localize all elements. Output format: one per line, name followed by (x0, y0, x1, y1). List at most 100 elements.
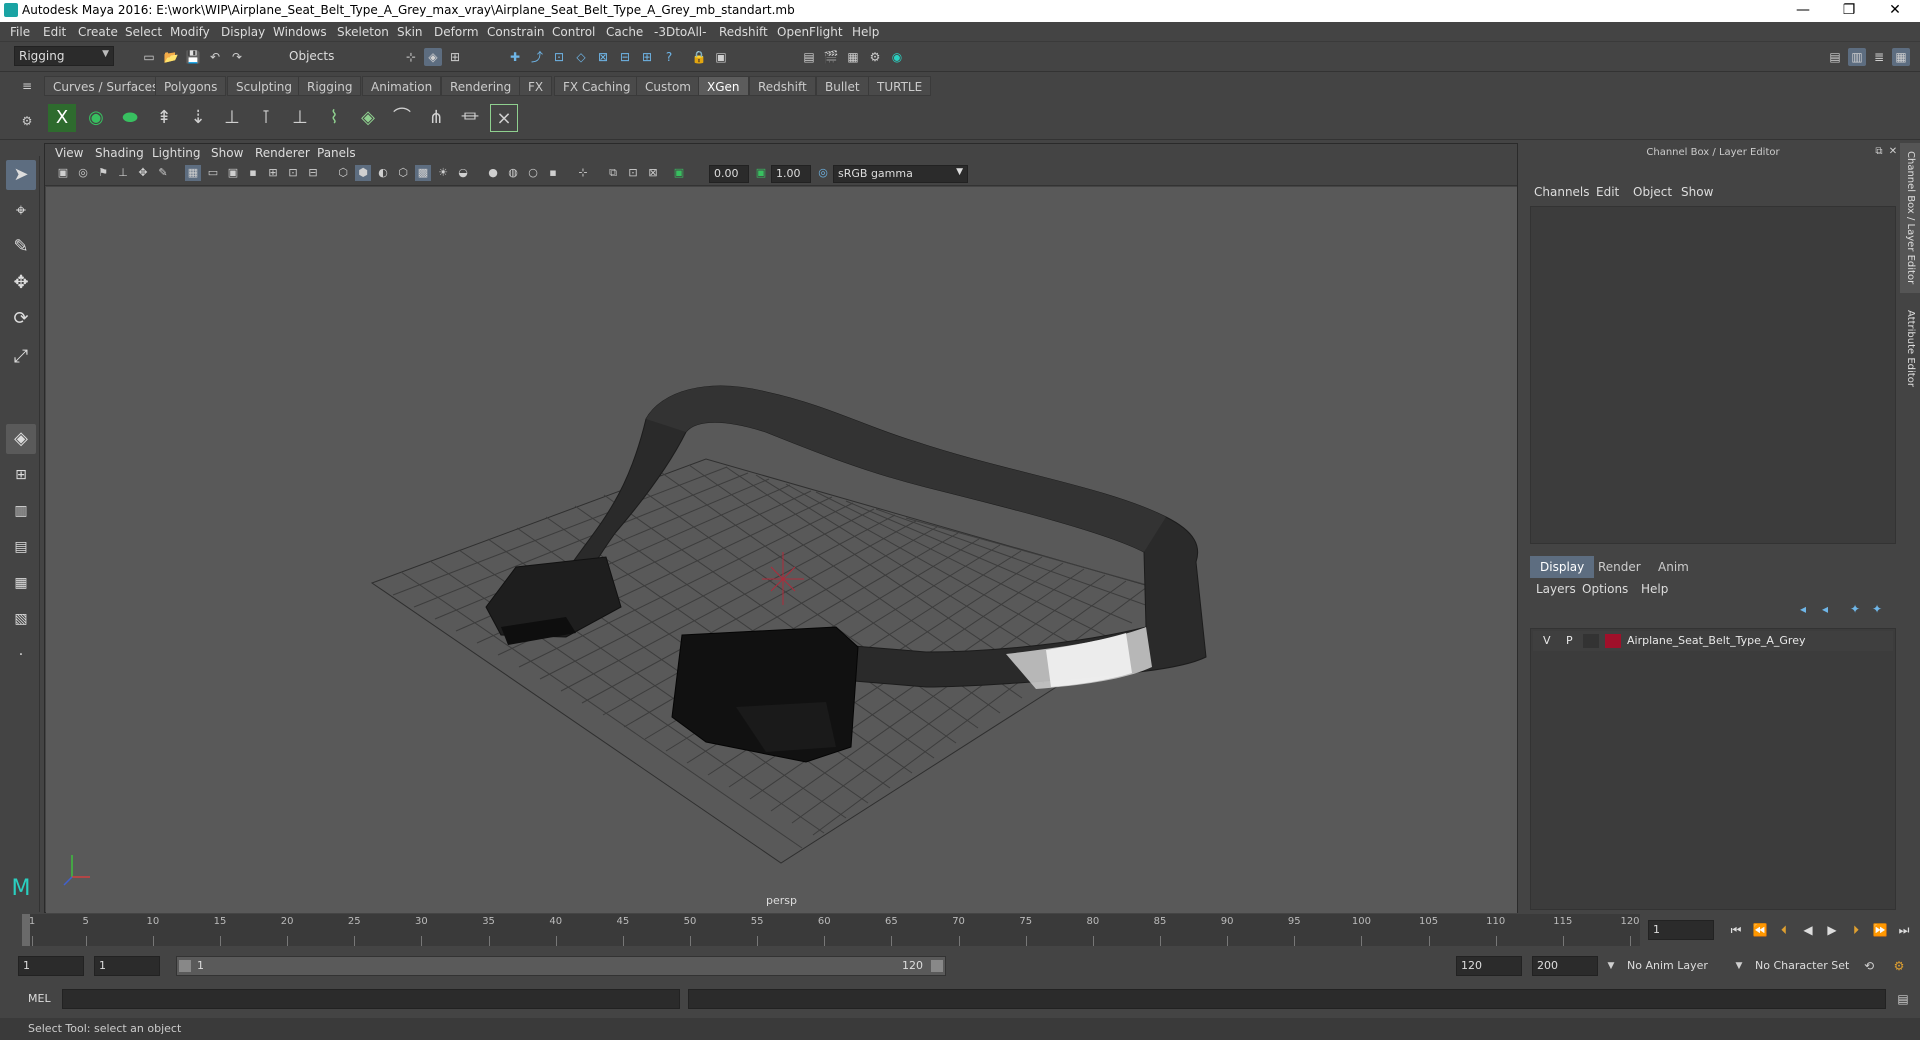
auto-key-icon[interactable]: ⟲ (1860, 957, 1878, 975)
layer-type-toggle[interactable] (1583, 634, 1599, 648)
menu-skin[interactable]: Skin (397, 25, 423, 39)
shelf-tab-turtle[interactable]: TURTLE (868, 76, 932, 96)
new-scene-icon[interactable]: ▭ (140, 48, 158, 66)
two-d-pan-zoom-icon[interactable]: ✥ (135, 165, 151, 181)
view-transform-dropdown[interactable]: sRGB gamma ▼ (833, 165, 968, 183)
script-editor-icon[interactable]: ▤ (1894, 990, 1912, 1008)
snap-point-icon[interactable]: ⊡ (550, 48, 568, 66)
minimize-button[interactable]: — (1780, 0, 1826, 22)
layer-name[interactable]: Airplane_Seat_Belt_Type_A_Grey (1627, 634, 1805, 647)
shadows-icon[interactable]: ◒ (455, 165, 471, 181)
step-back-frame-icon[interactable]: ⏪ (1750, 920, 1770, 940)
layer-playback-toggle[interactable]: P (1566, 634, 1573, 647)
move-tool-icon[interactable]: ✥ (6, 268, 36, 298)
select-by-object-icon[interactable]: ◈ (424, 48, 442, 66)
shelf-tab-xgen[interactable]: XGen (698, 76, 749, 96)
camera-select-icon[interactable]: ▣ (55, 165, 71, 181)
safe-action-icon[interactable]: ⊡ (285, 165, 301, 181)
rotate-tool-icon[interactable]: ⟳ (6, 304, 36, 334)
panel-menu-panels[interactable]: Panels (317, 146, 356, 160)
ipr-render-icon[interactable]: ▦ (844, 48, 862, 66)
side-tab-attribute-editor[interactable]: Attribute Editor (1900, 298, 1920, 398)
paint-select-tool-icon[interactable]: ✎ (6, 232, 36, 262)
xgen-stack-icon[interactable]: ⏛ (456, 104, 484, 132)
depth-of-field-icon[interactable]: ▪ (545, 165, 561, 181)
close-window-button[interactable]: ✕ (1872, 0, 1918, 22)
xgen-interactive-icon[interactable]: ⨯ (490, 104, 518, 132)
menu-constrain[interactable]: Constrain (487, 25, 545, 39)
layer-color-swatch[interactable] (1605, 634, 1621, 648)
xgen-grass-icon[interactable]: ⋔ (422, 104, 450, 132)
undo-icon[interactable]: ↶ (206, 48, 224, 66)
open-scene-icon[interactable]: 📂 (162, 48, 180, 66)
workspace-icon[interactable]: ▤ (1826, 48, 1844, 66)
symmetry-icon[interactable]: ? (660, 48, 678, 66)
menu-select[interactable]: Select (125, 25, 162, 39)
move-layer-down-icon[interactable]: ◂ (1816, 600, 1834, 618)
wireframe-on-shaded-icon[interactable]: ⬡ (395, 165, 411, 181)
xray-components-icon[interactable]: ⊠ (645, 165, 661, 181)
shelf-tab-bullet[interactable]: Bullet (816, 76, 869, 96)
snap-view-plane-icon[interactable]: ◇ (572, 48, 590, 66)
toggle-channel-box-icon[interactable]: ▥ (1848, 48, 1866, 66)
range-slider[interactable]: 1 120 (176, 956, 946, 976)
step-forward-key-icon[interactable]: ⏵ (1846, 920, 1866, 940)
panel-menu-shading[interactable]: Shading (95, 146, 144, 160)
grid-icon[interactable]: ▦ (185, 165, 201, 181)
cbox-object-menu[interactable]: Object (1633, 185, 1672, 199)
snap-curve-icon[interactable]: ⤴ (528, 48, 546, 66)
bookmark-icon[interactable]: ⚑ (95, 165, 111, 181)
smooth-shade-icon[interactable]: ⬢ (355, 165, 371, 181)
script-language-label[interactable]: MEL (28, 992, 51, 1005)
menu-cache[interactable]: Cache (606, 25, 643, 39)
snap-grid-icon[interactable]: ✚ (506, 48, 524, 66)
play-backwards-icon[interactable]: ◀ (1798, 920, 1818, 940)
character-set-dropdown[interactable]: No Character Set (1750, 956, 1860, 976)
select-tool-icon[interactable]: ➤ (6, 160, 36, 190)
layer-tab-display[interactable]: Display (1530, 556, 1595, 578)
toggle-attribute-editor-icon[interactable]: ▦ (1892, 48, 1910, 66)
redo-icon[interactable]: ↷ (228, 48, 246, 66)
selection-mask-icon[interactable]: ▣ (712, 48, 730, 66)
shelf-tab-sculpting[interactable]: Sculpting (227, 76, 302, 96)
shelf-tab-animation[interactable]: Animation (362, 76, 442, 96)
lock-icon[interactable]: 🔒 (690, 48, 708, 66)
side-tab-channel-box[interactable]: Channel Box / Layer Editor (1900, 143, 1920, 293)
menu-display[interactable]: Display (221, 25, 265, 39)
panel-menu-show[interactable]: Show (211, 146, 243, 160)
menu-windows[interactable]: Windows (273, 25, 327, 39)
layer-tab-render[interactable]: Render (1588, 556, 1651, 578)
xgen-create-description-icon[interactable]: ⬬ (116, 104, 144, 132)
shelf-tab-fx-caching[interactable]: FX Caching (554, 76, 640, 96)
hypershade-icon[interactable]: ◉ (888, 48, 906, 66)
layers-menu[interactable]: Layers (1536, 582, 1576, 596)
shelf-tab-rendering[interactable]: Rendering (441, 76, 521, 96)
select-by-component-icon[interactable]: ⊞ (446, 48, 464, 66)
shelf-tab-redshift[interactable]: Redshift (749, 76, 816, 96)
menu-redshift[interactable]: Redshift (719, 25, 768, 39)
custom-layout-icon[interactable]: · (6, 640, 36, 670)
menuset-dropdown[interactable]: Rigging ▼ (14, 46, 114, 66)
gate-mask-icon[interactable]: ▪ (245, 165, 261, 181)
outliner-layout-icon[interactable]: ▧ (6, 604, 36, 634)
persp-graph-layout-icon[interactable]: ▤ (6, 532, 36, 562)
menu-modify[interactable]: Modify (170, 25, 210, 39)
xgen-preview-icon[interactable]: ◉ (82, 104, 110, 132)
field-chart-icon[interactable]: ⊞ (265, 165, 281, 181)
xgen-lock-guide-icon[interactable]: ⊥ (286, 104, 314, 132)
menu-openflight[interactable]: OpenFlight (777, 25, 843, 39)
chevron-down-icon[interactable]: ▼ (1602, 957, 1620, 975)
persp-outliner-layout-icon[interactable]: ▥ (6, 496, 36, 526)
gamma-icon[interactable]: ▣ (753, 165, 769, 181)
menu-3dtoall[interactable]: -3DtoAll- (654, 25, 706, 39)
panel-menu-lighting[interactable]: Lighting (152, 146, 201, 160)
step-back-key-icon[interactable]: ⏴ (1774, 920, 1794, 940)
step-forward-frame-icon[interactable]: ⏩ (1870, 920, 1890, 940)
four-view-layout-icon[interactable]: ⊞ (6, 460, 36, 490)
xgen-bind-icon[interactable]: ⌒ (388, 104, 416, 132)
xgen-place-guide-icon[interactable]: ⊥ (218, 104, 246, 132)
xgen-editor-icon[interactable]: X (48, 104, 76, 132)
restore-button[interactable]: ❐ (1826, 0, 1872, 22)
exposure-icon[interactable]: ▣ (671, 165, 687, 181)
snap-surface-icon[interactable]: ⊟ (616, 48, 634, 66)
